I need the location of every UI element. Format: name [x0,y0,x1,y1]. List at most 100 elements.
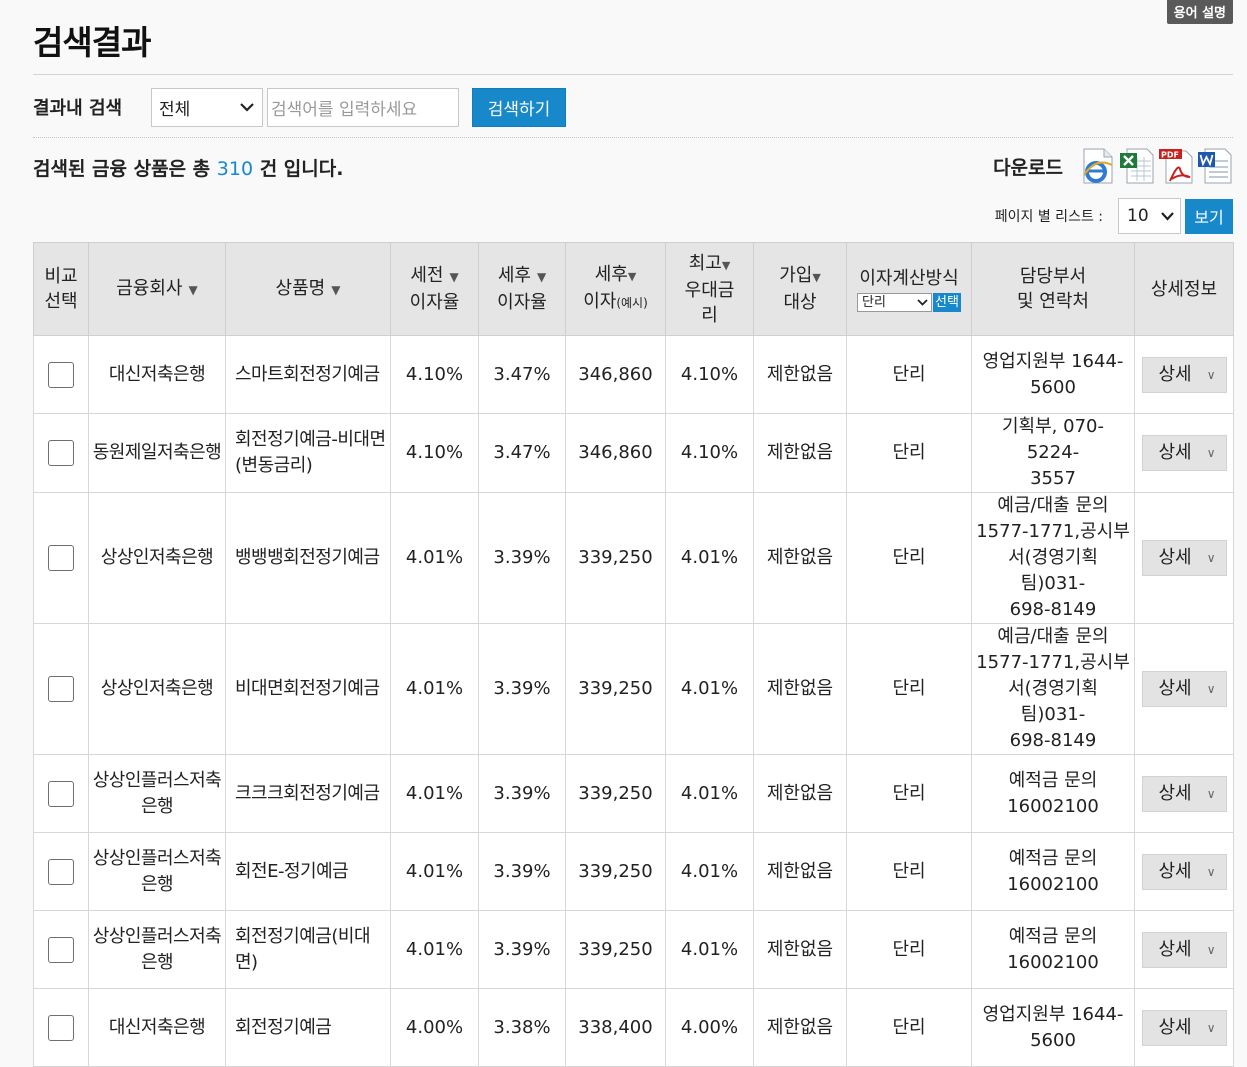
detail-button[interactable]: 상세 ∨ [1141,853,1227,890]
sort-down-icon[interactable]: ▼ [537,270,546,284]
company-cell: 상상인플러스저축 은행 [88,910,226,989]
compare-cell [33,623,89,755]
table-row: 상상인플러스저축 은행 회전E-정기예금 4.01% 3.39% 339,250 4.01%… [33,832,1234,911]
header-product[interactable]: 상품명 ▼ [225,242,391,336]
product-cell: 크크크회전정기예금 [225,754,391,833]
sort-down-icon[interactable]: ▼ [722,259,730,272]
search-button[interactable]: 검색하기 [472,87,566,127]
compare-cell [33,988,89,1067]
calc-method: 단리 [846,335,972,414]
header-join-target[interactable]: 가입▼ 대상 [753,242,847,336]
table-row: 상상인플러스저축 은행 크크크회전정기예금 4.01% 3.39% 339,250 4.01… [33,754,1234,833]
detail-button[interactable]: 상세 ∨ [1141,671,1227,707]
header-compare: 비교 선택 [33,242,89,336]
detail-button[interactable]: 상세 ∨ [1141,1009,1227,1046]
pre-tax-rate: 4.01% [390,832,479,911]
pre-tax-rate: 4.01% [390,492,479,624]
compare-checkbox[interactable] [48,780,74,807]
header-post-tax-interest[interactable]: 세후▼ 이자(예시) [565,242,666,336]
detail-button[interactable]: 상세 ∨ [1141,775,1227,812]
compare-checkbox[interactable] [48,858,74,885]
post-tax-interest: 339,250 [565,754,666,833]
join-target: 제한없음 [753,832,847,911]
contact-line: 영업지원부 1644- [982,1003,1124,1025]
sort-down-icon[interactable]: ▼ [449,270,458,284]
download-label: 다운로드 [993,156,1063,179]
view-button[interactable]: 보기 [1185,198,1233,234]
company-cell: 대신저축은행 [88,335,226,414]
chevron-down-icon: ∨ [1206,786,1216,801]
header-company[interactable]: 금융회사 ▼ [88,242,226,336]
compare-checkbox[interactable] [48,361,74,388]
calc-method: 단리 [846,910,972,989]
compare-cell [33,754,89,833]
product-name-line: 뱅뱅뱅회전정기예금 [235,547,380,568]
join-target: 제한없음 [753,413,847,493]
contact-cell: 예금/대출 문의 1577-1771,공시부 서(경영기획팀)031- 698-814… [971,492,1135,624]
ie-icon[interactable] [1080,147,1116,185]
detail-button[interactable]: 상세 ∨ [1141,356,1227,393]
sort-down-icon[interactable]: ▼ [189,283,198,297]
contact-cell: 기획부, 070-5224- 3557 [971,413,1135,493]
header-pre-tax-rate[interactable]: 세전 ▼ 이자율 [390,242,479,336]
post-tax-interest: 338,400 [565,988,666,1067]
page-size-select[interactable]: 10 [1118,198,1181,234]
detail-button[interactable]: 상세 ∨ [1141,435,1227,471]
detail-cell: 상세 ∨ [1134,492,1234,624]
sort-down-icon[interactable]: ▼ [331,283,340,297]
word-icon[interactable] [1197,147,1233,185]
product-name-line: 스마트회전정기예금 [235,363,380,385]
header-max-rate[interactable]: 최고▼ 우대금 리 [665,242,754,336]
contact-line: 16002100 [1007,951,1099,973]
detail-button[interactable]: 상세 ∨ [1141,540,1227,576]
compare-checkbox[interactable] [48,676,74,702]
chevron-down-icon [240,102,254,112]
compare-checkbox[interactable] [48,440,74,466]
post-tax-rate: 3.39% [478,492,566,624]
product-name-line: 회전정기예금(비대면) [235,925,371,973]
glossary-button[interactable]: 용어 설명 [1166,0,1233,24]
contact-cell: 영업지원부 1644- 5600 [971,988,1135,1067]
search-scope-select[interactable]: 전체 [151,87,263,127]
chevron-down-icon: ∨ [1206,1020,1216,1035]
contact-line: 예적금 문의 [1008,769,1098,791]
contact-line: 16002100 [1007,795,1099,817]
compare-checkbox[interactable] [48,936,74,963]
calc-method: 단리 [846,832,972,911]
title-divider [33,74,1233,75]
calc-method: 단리 [846,492,972,624]
company-cell: 상상인플러스저축 은행 [88,832,226,911]
page-title: 검색결과 [33,23,151,62]
pre-tax-rate: 4.10% [390,335,479,414]
compare-checkbox[interactable] [48,1014,74,1041]
post-tax-rate: 3.39% [478,832,566,911]
post-tax-rate: 3.38% [478,988,566,1067]
compare-checkbox[interactable] [48,545,74,571]
detail-button[interactable]: 상세 ∨ [1141,931,1227,968]
chevron-down-icon: ∨ [1206,446,1216,460]
calc-method-button[interactable]: 선택 [933,293,961,312]
chevron-down-icon: ∨ [1206,551,1216,565]
detail-label: 상세 [1158,1016,1192,1038]
excel-icon[interactable] [1119,147,1155,185]
post-tax-rate: 3.39% [478,754,566,833]
result-count: 310 [216,158,254,180]
company-name-line: 동원제일저축은행 [92,442,222,463]
sort-down-icon[interactable]: ▼ [812,271,820,284]
search-input[interactable]: 검색어를 입력하세요 [267,87,459,127]
compare-cell [33,910,89,989]
company-name-line: 상상인플러스저축 [92,847,222,869]
company-cell: 동원제일저축은행 [88,413,226,493]
pdf-icon[interactable]: PDF [1158,147,1194,185]
company-cell: 상상인플러스저축 은행 [88,754,226,833]
calc-method-select[interactable]: 단리 [857,293,933,312]
product-name-line: 회전E-정기예금 [235,860,349,882]
detail-cell: 상세 ∨ [1134,910,1234,989]
pre-tax-rate: 4.01% [390,623,479,755]
header-post-tax-rate[interactable]: 세후 ▼ 이자율 [478,242,566,336]
sort-down-icon[interactable]: ▼ [628,270,636,283]
result-suffix: 건 입니다. [259,158,344,180]
contact-line: 영업지원부 1644- [982,350,1124,372]
compare-cell [33,832,89,911]
post-tax-interest: 346,860 [565,335,666,414]
